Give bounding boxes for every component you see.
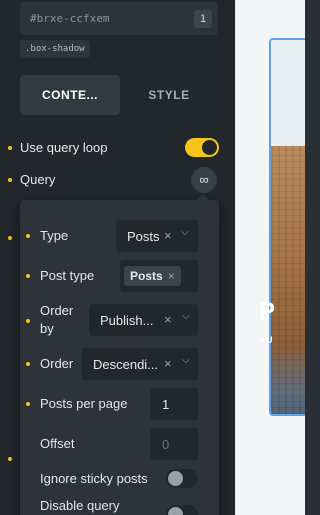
post-type-tag: Posts × [124, 266, 181, 286]
order-value: Descendi... [93, 357, 159, 372]
posts-per-page-row: Posts per page 1 [20, 388, 219, 420]
remove-tag-icon[interactable]: × [168, 269, 175, 283]
chevron-down-icon: ⌵ [182, 311, 190, 322]
use-query-loop-toggle[interactable] [185, 138, 219, 157]
element-id-field[interactable]: #brxe-ccfxem 1 [20, 2, 218, 35]
ignore-sticky-toggle[interactable] [166, 469, 198, 488]
order-label: Order [40, 356, 74, 371]
modified-indicator [26, 274, 30, 278]
builder-panel: #brxe-ccfxem 1 .box-shadow CONTE... STYL… [0, 0, 235, 515]
ignore-sticky-row: Ignore sticky posts [20, 468, 219, 490]
popup-arrow [197, 194, 209, 200]
ignore-sticky-label: Ignore sticky posts [40, 471, 148, 486]
modified-indicator [26, 234, 30, 238]
order-by-label: Order by [40, 302, 73, 338]
css-class-chip[interactable]: .box-shadow [20, 40, 90, 58]
clear-icon[interactable]: × [164, 356, 172, 371]
canvas-divider [235, 0, 236, 515]
offset-row: Offset 0 [20, 428, 219, 460]
order-by-label-line1: Order [40, 303, 74, 318]
preview-title: P [259, 298, 276, 325]
toggle-knob [168, 507, 183, 515]
modified-indicator [26, 362, 30, 366]
post-type-row: Post type Posts × [20, 260, 219, 292]
disable-query-toggle[interactable] [166, 505, 198, 515]
tab-content[interactable]: CONTE... [20, 75, 120, 115]
post-type-select[interactable]: Posts × [120, 260, 198, 292]
order-by-row: Order by Publish... × ⌵ [20, 302, 219, 340]
posts-per-page-input[interactable]: 1 [150, 388, 198, 420]
order-by-select[interactable]: Publish... × ⌵ [89, 304, 198, 336]
tab-style[interactable]: STYLE [120, 75, 218, 115]
type-label: Type [40, 228, 69, 243]
toggle-knob [202, 140, 217, 155]
disable-query-label: Disable query [40, 498, 120, 513]
post-type-tag-label: Posts [130, 269, 163, 283]
posts-per-page-value: 1 [162, 397, 170, 412]
order-by-label-line2: by [40, 321, 54, 336]
selected-element-preview[interactable] [269, 38, 305, 416]
infinity-icon[interactable]: ∞ [191, 167, 217, 193]
modified-indicator [26, 402, 30, 406]
modified-indicator [8, 457, 12, 461]
panel-tabs: CONTE... STYLE [20, 75, 218, 115]
clear-icon[interactable]: × [164, 312, 172, 327]
query-label: Query [20, 172, 56, 187]
offset-placeholder: 0 [162, 437, 170, 452]
type-value: Posts [127, 229, 160, 244]
modified-indicator [8, 178, 12, 182]
toggle-knob [168, 471, 183, 486]
offset-input[interactable]: 0 [150, 428, 198, 460]
order-by-value: Publish... [100, 313, 154, 328]
preview-subtitle: AU [259, 335, 273, 345]
query-settings-popup: Type Posts × ⌵ Post type Posts × Order by … [20, 194, 219, 515]
type-row: Type Posts × ⌵ [20, 220, 219, 252]
offset-label: Offset [40, 436, 75, 451]
modified-indicator [8, 236, 12, 240]
chevron-down-icon: ⌵ [181, 227, 189, 238]
clear-icon[interactable]: × [164, 228, 172, 243]
modified-indicator [8, 146, 12, 150]
chevron-down-icon: ⌵ [182, 355, 190, 366]
post-type-label: Post type [40, 268, 95, 283]
preview-background [271, 40, 305, 146]
posts-per-page-label: Posts per page [40, 396, 128, 411]
preview-image [271, 146, 305, 414]
order-row: Order Descendi... × ⌵ [20, 348, 219, 380]
type-select[interactable]: Posts × ⌵ [116, 220, 198, 252]
builder-canvas: P AU [235, 0, 305, 515]
order-select[interactable]: Descendi... × ⌵ [82, 348, 198, 380]
modified-indicator [26, 319, 30, 323]
element-id-text: #brxe-ccfxem [30, 12, 110, 25]
class-count-badge[interactable]: 1 [194, 10, 212, 28]
use-query-loop-row: Use query loop [0, 136, 235, 160]
disable-query-row: Disable query [20, 497, 219, 515]
query-row: Query ∞ [0, 167, 235, 193]
use-query-loop-label: Use query loop [20, 140, 108, 155]
